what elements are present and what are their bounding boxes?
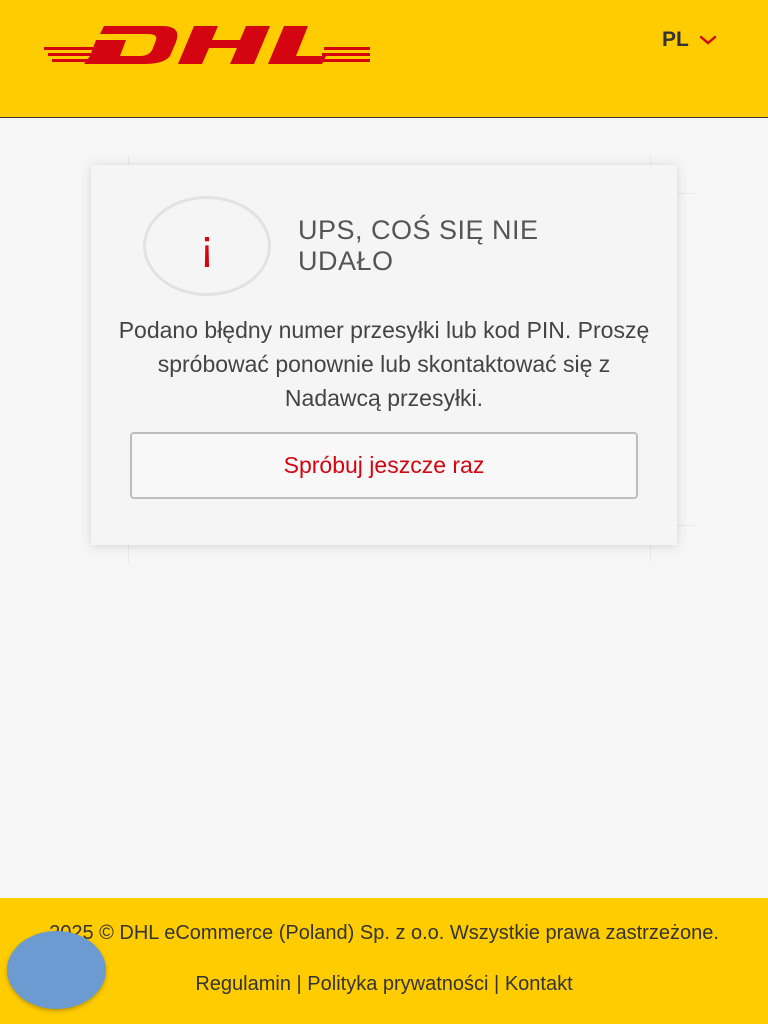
retry-button[interactable]: Spróbuj jeszcze raz [130,432,638,499]
language-selector[interactable]: PL [662,28,717,52]
info-icon: ¡ [143,196,271,296]
link-separator: | [494,973,500,995]
frame-line [677,525,695,526]
contact-link[interactable]: Kontakt [505,973,573,995]
info-glyph: ¡ [199,221,215,270]
error-message: Podano błędny numer przesyłki lub kod PI… [118,317,650,411]
footer: 2025 © DHL eCommerce (Poland) Sp. z o.o.… [0,898,768,1024]
footer-links: Regulamin | Polityka prywatności | Konta… [0,973,768,996]
error-card: ¡ UPS, COŚ SIĘ NIE UDAŁO Podano błędny n… [91,165,677,545]
chevron-down-icon [699,35,717,45]
terms-link[interactable]: Regulamin [195,973,291,995]
privacy-link[interactable]: Polityka prywatności [307,973,488,995]
link-separator: | [296,973,302,995]
error-title: UPS, COŚ SIĘ NIE UDAŁO [298,215,539,276]
floating-chat-button[interactable] [7,931,106,1009]
dhl-logo[interactable] [44,26,370,66]
header: PL [0,0,768,118]
copyright-text: 2025 © DHL eCommerce (Poland) Sp. z o.o.… [49,922,719,944]
language-label: PL [662,28,689,51]
frame-line [677,193,695,194]
